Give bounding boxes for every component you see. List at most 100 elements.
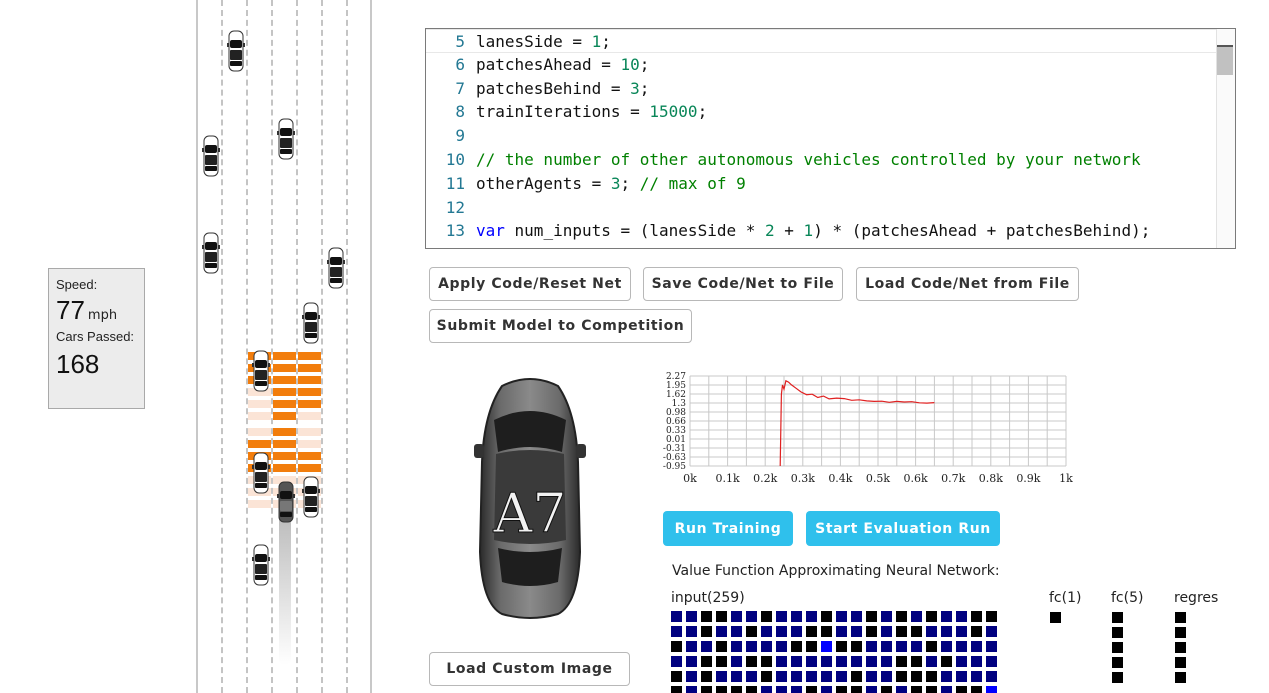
sensor-patch (273, 364, 296, 372)
neuron-cell (776, 626, 787, 637)
chart-x-tick-label: 0.9k (1016, 472, 1040, 485)
code-token: // the number of other autonomous vehicl… (476, 150, 1141, 169)
code-line[interactable]: 12 (426, 196, 1216, 220)
line-number: 7 (455, 78, 465, 98)
neuron-cell (731, 611, 742, 622)
chart-x-tick-label: 0.5k (866, 472, 890, 485)
neuron-cell (836, 641, 847, 652)
neuron-cell (1175, 627, 1186, 638)
neuron-cell (941, 656, 952, 667)
chart-x-tick-label: 0.2k (753, 472, 777, 485)
apply-code-button[interactable]: Apply Code/Reset Net (429, 267, 631, 301)
code-token: ; (639, 54, 650, 74)
neuron-cell (866, 686, 877, 693)
neuron-cell (836, 656, 847, 667)
neuron-cell (911, 641, 922, 652)
neuron-cell (716, 656, 727, 667)
cars-passed-value: 168 (56, 349, 100, 379)
traffic-car (327, 247, 345, 289)
sensor-patch (298, 464, 321, 472)
neuron-cell (986, 656, 997, 667)
chart-x-tick-label: 0.7k (941, 472, 965, 485)
neuron-cell (956, 671, 967, 682)
neuron-cell (806, 686, 817, 693)
neuron-cell (701, 671, 712, 682)
neuron-cell (1175, 642, 1186, 653)
speed-readout: 77 mph (56, 295, 137, 325)
neuron-cell (896, 686, 907, 693)
neuron-cell (671, 626, 682, 637)
sensor-patch (298, 364, 321, 372)
neuron-cell (971, 686, 982, 693)
sensor-patch (273, 412, 296, 420)
code-line[interactable]: 6 patchesAhead = 10; (426, 53, 1216, 77)
neuron-cell (746, 671, 757, 682)
chart-x-tick-label: 0.8k (979, 472, 1003, 485)
neuron-cell (791, 626, 802, 637)
neuron-cell (761, 686, 772, 693)
code-line[interactable]: 10 // the number of other autonomous vehi… (426, 148, 1216, 172)
code-token: ; (601, 32, 611, 51)
code-line[interactable]: 5 lanesSide = 1; (426, 29, 1216, 53)
code-token: // max of 9 (639, 173, 746, 193)
neuron-cell (956, 686, 967, 693)
start-evaluation-button[interactable]: Start Evaluation Run (806, 511, 1000, 546)
neuron-cell (791, 686, 802, 693)
neuron-cell (746, 686, 757, 693)
neuron-cell (716, 671, 727, 682)
neuron-cell (1175, 612, 1186, 623)
traffic-car (227, 30, 245, 72)
neuron-cell (731, 686, 742, 693)
neuron-cell (761, 641, 772, 652)
neuron-cell (836, 611, 847, 622)
neuron-cell (971, 611, 982, 622)
neuron-cell (851, 626, 862, 637)
neuron-cell (791, 656, 802, 667)
traffic-car (252, 350, 270, 392)
neuron-cell (971, 671, 982, 682)
cars-passed-readout: 168 (56, 349, 137, 379)
neuron-cell (1112, 657, 1123, 668)
neuron-cell (806, 656, 817, 667)
neuron-cell (896, 656, 907, 667)
neuron-cell (956, 656, 967, 667)
code-line[interactable]: 8 trainIterations = 15000; (426, 100, 1216, 124)
neuron-cell (866, 656, 877, 667)
editor-scrollbar[interactable] (1216, 29, 1235, 248)
layer-label-regression: regres (1174, 590, 1219, 606)
code-line[interactable]: 11 otherAgents = 3; // max of 9 (426, 172, 1216, 196)
car-image: A7 (474, 378, 586, 619)
code-line[interactable]: 9 (426, 124, 1216, 148)
code-editor[interactable]: 5 lanesSide = 1; 6 patchesAhead = 10; 7 patch… (425, 28, 1236, 249)
neuron-cell (671, 671, 682, 682)
code-line[interactable]: 7 patchesBehind = 3; (426, 77, 1216, 101)
layer-label-fc5: fc(5) (1111, 590, 1144, 606)
neuron-cell (701, 686, 712, 693)
editor-scrollbar-thumb[interactable] (1217, 45, 1233, 75)
neuron-cell (686, 671, 697, 682)
sensor-patch (298, 400, 321, 408)
neuron-cell (851, 671, 862, 682)
neuron-cell (881, 626, 892, 637)
neuron-cell (926, 611, 937, 622)
traffic-car (252, 544, 270, 586)
lane-divider (221, 0, 223, 693)
neuron-cell (986, 671, 997, 682)
chart-x-tick-label: 0.1k (716, 472, 740, 485)
run-training-button[interactable]: Run Training (663, 511, 793, 546)
neuron-cell (986, 626, 997, 637)
code-token: 3 (630, 78, 640, 98)
neuron-cell (911, 656, 922, 667)
code-line[interactable]: 13 var num_inputs = (lanesSide * 2 + 1) *… (426, 219, 1216, 243)
load-code-button[interactable]: Load Code/Net from File (856, 267, 1079, 301)
load-custom-image-button[interactable]: Load Custom Image (429, 652, 630, 686)
code-token: 1 (591, 32, 602, 51)
sensor-patch (298, 440, 321, 448)
save-code-button[interactable]: Save Code/Net to File (643, 267, 843, 301)
lane-divider (271, 0, 273, 693)
neuron-cell (971, 626, 982, 637)
layer-label-input: input(259) (671, 590, 745, 606)
traffic-car (202, 232, 220, 274)
submit-model-button[interactable]: Submit Model to Competition (429, 309, 692, 343)
neuron-cell (956, 641, 967, 652)
